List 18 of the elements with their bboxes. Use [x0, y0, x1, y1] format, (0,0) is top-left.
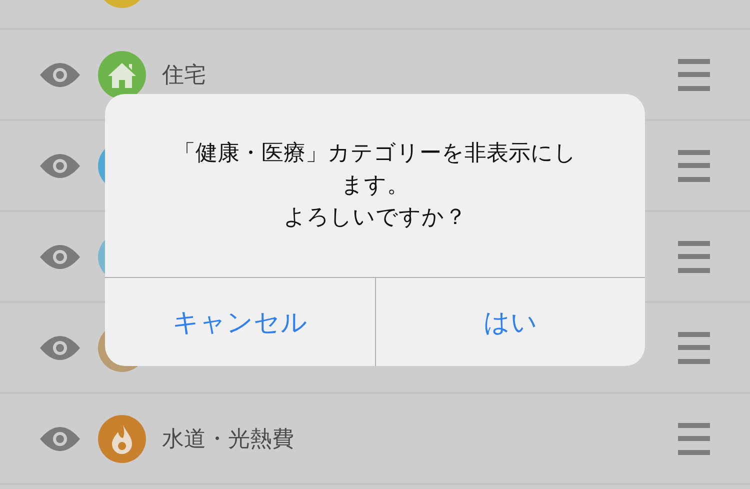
category-name: 水道・光熱費: [162, 426, 295, 454]
eye-icon[interactable]: [40, 154, 80, 178]
dialog-message: 「健康・医療」カテゴリーを非表示にします。: [172, 140, 578, 200]
drag-handle-icon[interactable]: [678, 240, 710, 272]
eye-icon[interactable]: [40, 244, 80, 268]
eye-icon[interactable]: [40, 426, 80, 450]
drag-handle-icon[interactable]: [678, 58, 710, 90]
dialog-button[interactable]: はい: [374, 278, 645, 366]
eye-icon[interactable]: [40, 336, 80, 360]
dialog-message: よろしいですか？: [284, 204, 466, 232]
flame-icon: [111, 424, 133, 454]
eye-icon[interactable]: [40, 62, 80, 86]
dialog-button[interactable]: キャンセル: [105, 278, 374, 366]
category-name: 住宅: [162, 62, 207, 90]
drag-handle-icon[interactable]: [678, 332, 710, 364]
drag-handle-icon[interactable]: [678, 150, 710, 182]
house-icon: [107, 60, 137, 88]
drag-handle-icon[interactable]: [678, 422, 710, 454]
